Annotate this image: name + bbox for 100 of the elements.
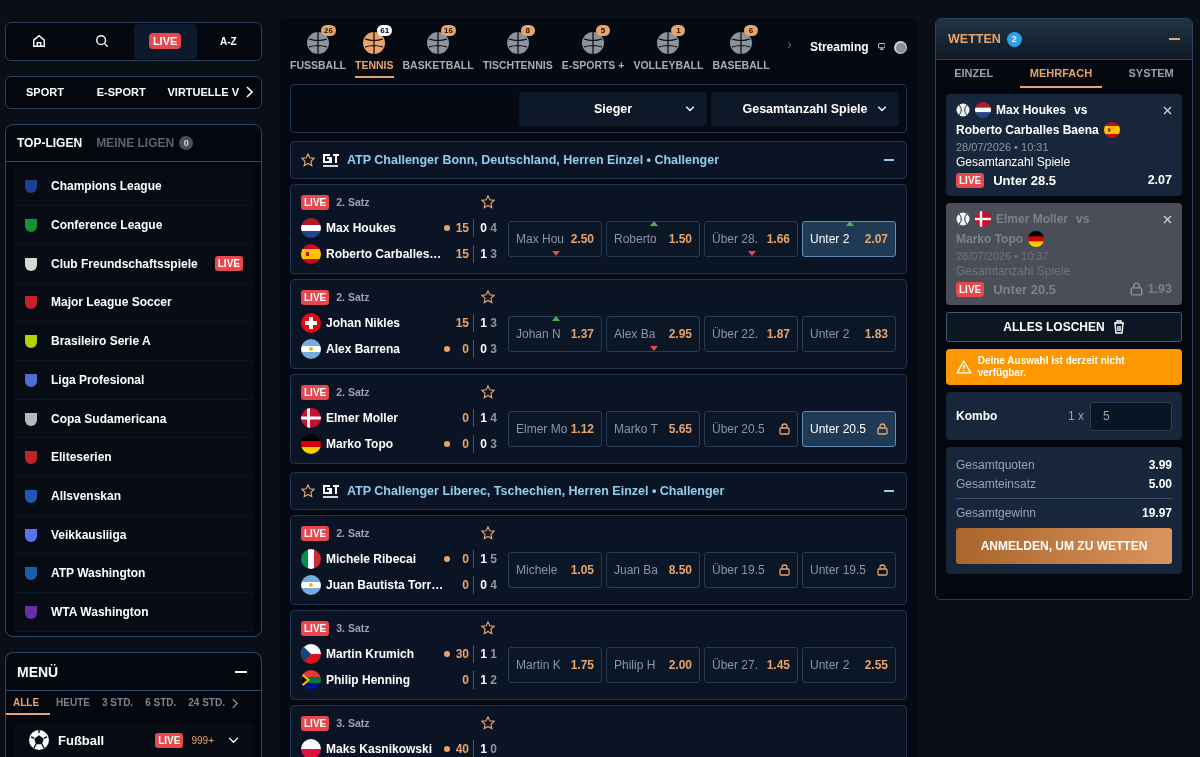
league-tab[interactable]: TOP-LIGEN bbox=[17, 135, 83, 150]
match-card[interactable]: LIVE 3. Satz Maks Kasnikowski 40 1 0 bbox=[290, 705, 907, 757]
match-card[interactable]: LIVE 2. Satz Elmer Moller 0 1 4 Marko Topo 0 0 3 Elmer Mo 1.12 Marko T 5.65 Über 20.5 Unter 20.5 bbox=[290, 374, 907, 464]
odds-button[interactable]: Über 20.5 bbox=[704, 411, 798, 447]
live-tab[interactable]: LIVE bbox=[148, 33, 182, 50]
match-period: 3. Satz bbox=[336, 717, 371, 729]
time-tab[interactable]: ALLE bbox=[6, 691, 51, 715]
tournament-header[interactable]: ATP Challenger Liberec, Tschechien, Herren Einzel • Challenger bbox=[290, 472, 907, 510]
bet-type-tab[interactable]: SYSTEM bbox=[1118, 60, 1184, 88]
games-score: 3 bbox=[489, 247, 497, 261]
odds-button[interactable]: Elmer Mo 1.12 bbox=[508, 411, 602, 447]
league-item[interactable]: Conference League bbox=[14, 206, 253, 245]
streaming-toggle[interactable] bbox=[894, 41, 907, 54]
league-item[interactable]: Club Freundschaftsspiele LIVE bbox=[14, 244, 253, 284]
sport-filter-tab[interactable]: 26 FUSSBALL bbox=[290, 24, 346, 78]
league-item[interactable]: WTA Washington bbox=[14, 593, 253, 632]
league-item[interactable]: Champions League bbox=[14, 167, 253, 207]
section-tab[interactable]: SPORT bbox=[26, 86, 97, 99]
market-dropdown[interactable]: Gesamtanzahl Spiele bbox=[711, 91, 899, 126]
lock-icon bbox=[877, 564, 888, 576]
star-icon[interactable] bbox=[481, 385, 495, 399]
match-card[interactable]: LIVE 2. Satz Max Houkes 15 0 4 Roberto Carballes… 15 1 3 Max Hou 2.50 Roberto 1.50 Über 28. 1.66 Unter 2 2.07 bbox=[290, 184, 907, 274]
clear-all-button[interactable]: ALLES LOSCHEN bbox=[946, 312, 1182, 342]
odds-button[interactable]: Über 28. 1.66 bbox=[704, 221, 798, 257]
sport-filter-tab[interactable]: 8 TISCHTENNIS bbox=[482, 24, 553, 78]
league-item[interactable]: Major League Soccer bbox=[14, 283, 253, 323]
stake-field[interactable]: 5 bbox=[1090, 401, 1172, 431]
close-icon[interactable] bbox=[1163, 105, 1172, 115]
odds-button[interactable]: Unter 20.5 bbox=[802, 411, 896, 447]
odds-button[interactable]: Über 22. 1.87 bbox=[704, 316, 798, 352]
odds-button[interactable]: Philip H 2.00 bbox=[606, 647, 700, 683]
chevron-down-icon[interactable] bbox=[228, 736, 239, 744]
odds-button[interactable]: Roberto 1.50 bbox=[606, 221, 700, 257]
league-item[interactable]: Copa Sudamericana bbox=[14, 399, 253, 439]
match-card[interactable]: LIVE 3. Satz Martin Krumich 30 1 1 Philip Henning 0 1 2 Martin K 1.75 Philip H 2.00 Über 27. 1.45 Unter 2 2.55 bbox=[290, 610, 907, 700]
league-item[interactable]: Eliteserien bbox=[14, 438, 253, 478]
league-tab[interactable]: MEINE LIGEN 0 bbox=[96, 135, 194, 150]
star-icon[interactable] bbox=[301, 484, 315, 498]
odds-button[interactable]: Über 19.5 bbox=[704, 552, 798, 588]
game-points: 0 bbox=[453, 340, 474, 358]
player-name: Martin Krumich bbox=[326, 647, 415, 661]
event-count: 999+ bbox=[191, 734, 214, 746]
player-name: Alex Barrena bbox=[326, 342, 402, 356]
set-score: 1 bbox=[479, 316, 487, 330]
odds-button[interactable]: Juan Ba 8.50 bbox=[606, 552, 700, 588]
league-item[interactable]: ATP Washington bbox=[14, 554, 253, 594]
star-icon[interactable] bbox=[481, 621, 495, 635]
odds-button[interactable]: Alex Ba 2.95 bbox=[606, 316, 700, 352]
games-score: 1 bbox=[489, 647, 497, 661]
odds-button[interactable]: Unter 2 2.07 bbox=[802, 221, 896, 257]
odds-button[interactable]: Johan N 1.37 bbox=[508, 316, 602, 352]
collapse-icon[interactable] bbox=[235, 670, 247, 673]
odds-button[interactable]: Unter 2 2.55 bbox=[802, 647, 896, 683]
sport-menu-item[interactable]: Fußball LIVE 999+ bbox=[14, 723, 253, 757]
odds-button[interactable]: Unter 19.5 bbox=[802, 552, 896, 588]
chevron-right-icon[interactable] bbox=[245, 86, 253, 99]
bet-type-tab[interactable]: MEHRFACH bbox=[1019, 60, 1103, 88]
time-tab[interactable]: HEUTE bbox=[50, 691, 96, 715]
section-tab[interactable]: VIRTUELLE V bbox=[167, 86, 239, 99]
ball-icon bbox=[362, 31, 387, 55]
market-dropdown[interactable]: Sieger bbox=[519, 91, 707, 126]
sport-filter-tab[interactable]: 5 E-SPORTS + bbox=[561, 24, 625, 78]
bet-selection: Unter 28.5 bbox=[993, 172, 1057, 188]
sport-filter-tab[interactable]: 6 BASEBALL bbox=[712, 24, 770, 78]
odds-button[interactable]: Max Hou 2.50 bbox=[508, 221, 602, 257]
odds-button[interactable]: Marko T 5.65 bbox=[606, 411, 700, 447]
time-tab[interactable]: 6 STD. bbox=[139, 691, 183, 715]
lock-icon bbox=[779, 423, 790, 435]
league-item[interactable]: Allsvenskan bbox=[14, 477, 253, 516]
star-icon[interactable] bbox=[481, 290, 495, 304]
live-badge: LIVE bbox=[956, 172, 985, 188]
league-item[interactable]: Veikkausliiga bbox=[14, 515, 253, 555]
time-tab[interactable]: 24 STD. bbox=[182, 691, 231, 715]
time-tab[interactable]: 3 STD. bbox=[96, 691, 140, 715]
star-icon[interactable] bbox=[481, 716, 495, 730]
section-tab[interactable]: E-SPORT bbox=[96, 86, 168, 99]
match-card[interactable]: LIVE 2. Satz Michele Ribecai 0 1 5 Juan Bautista Torr… 0 0 4 Michele 1.05 Juan Ba 8.50 Über 19.5 Unter 19.5 bbox=[290, 515, 907, 605]
star-icon[interactable] bbox=[481, 526, 495, 540]
games-score: 4 bbox=[489, 578, 497, 592]
tournament-header[interactable]: ATP Challenger Bonn, Deutschland, Herren Einzel • Challenger bbox=[290, 141, 907, 179]
odds-button[interactable]: Unter 2 1.83 bbox=[802, 316, 896, 352]
set-score: 1 bbox=[479, 673, 487, 687]
sport-filter-tab[interactable]: 1 VOLLEYBALL bbox=[633, 24, 704, 78]
odds-button[interactable]: Über 27. 1.45 bbox=[704, 647, 798, 683]
odds-button[interactable]: Michele 1.05 bbox=[508, 552, 602, 588]
league-item[interactable]: Brasileiro Serie A bbox=[14, 322, 253, 361]
live-badge: LIVE bbox=[301, 620, 330, 636]
bet-type-tab[interactable]: EINZEL bbox=[944, 60, 1004, 88]
star-icon[interactable] bbox=[481, 195, 495, 209]
a-z-tab[interactable]: A-Z bbox=[216, 31, 241, 51]
bet-odds: 2.07 bbox=[1147, 173, 1172, 187]
match-card[interactable]: LIVE 2. Satz Johan Nikles 15 1 3 Alex Barrena 0 0 3 Johan N 1.37 Alex Ba 2.95 Über 22. 1.87 Unter 2 1.83 bbox=[290, 279, 907, 369]
star-icon[interactable] bbox=[301, 153, 315, 167]
odds-button[interactable]: Martin K 1.75 bbox=[508, 647, 602, 683]
league-item[interactable]: Liga Profesional bbox=[14, 361, 253, 400]
sport-filter-tab[interactable]: 61 TENNIS bbox=[355, 24, 394, 78]
sport-filter-tab[interactable]: 16 BASKETBALL bbox=[402, 24, 474, 78]
games-score: 4 bbox=[489, 411, 497, 425]
set-score: 0 bbox=[479, 437, 487, 451]
warning-message: Deine Auswahl ist derzeit nicht verfügbar. bbox=[977, 355, 1126, 379]
